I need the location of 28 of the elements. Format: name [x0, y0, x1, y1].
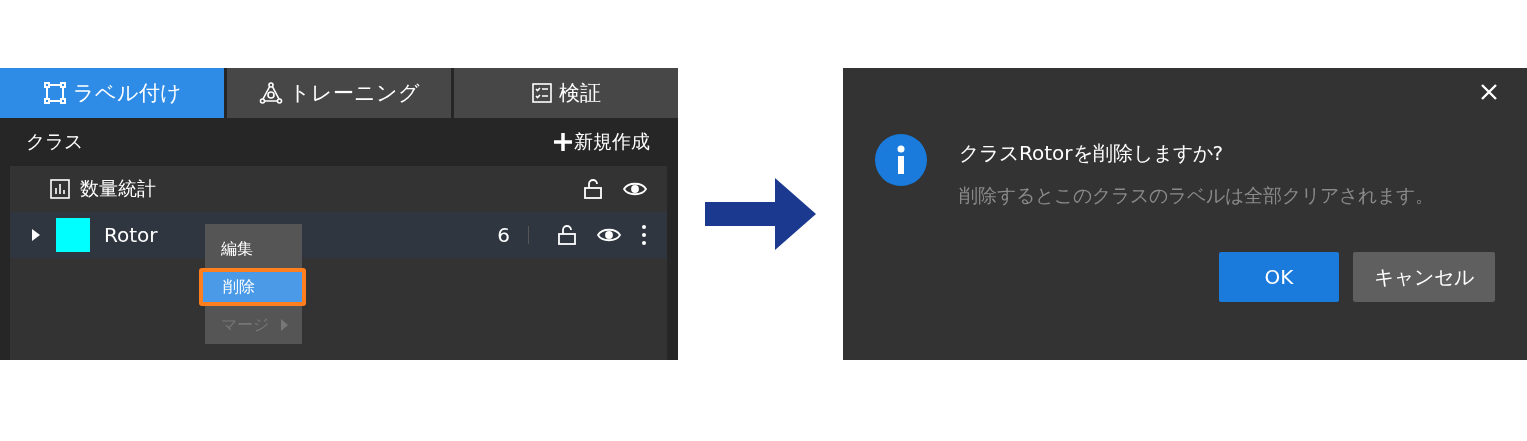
label-count: 6	[497, 223, 510, 247]
bar-chart-icon	[50, 179, 70, 199]
close-button[interactable]	[1481, 84, 1497, 100]
more-options-icon[interactable]	[641, 224, 647, 246]
tab[interactable]: 検証	[454, 68, 678, 118]
new-button[interactable]: 新規作成	[554, 129, 650, 155]
tab[interactable]: トレーニング	[227, 68, 451, 118]
dialog-message: 削除するとこのクラスのラベルは全部クリアされます。	[959, 183, 1435, 208]
plus-icon	[554, 133, 572, 151]
triangle-nodes-icon	[258, 81, 283, 105]
info-icon	[875, 134, 927, 186]
close-icon	[1481, 84, 1497, 100]
eye-icon[interactable]	[597, 227, 621, 243]
cancel-button[interactable]: キャンセル	[1353, 252, 1495, 302]
unlocked-icon[interactable]	[557, 224, 577, 246]
right-arrow-icon	[705, 178, 816, 250]
ok-button[interactable]: OK	[1219, 252, 1339, 302]
expand-caret-icon[interactable]	[32, 229, 40, 241]
section-title: クラス	[26, 129, 83, 154]
stats-label[interactable]: 数量統計	[80, 176, 156, 202]
dialog-title: クラスRotorを削除しますか?	[959, 140, 1225, 167]
unlocked-icon[interactable]	[583, 178, 603, 200]
checklist-icon	[531, 82, 553, 104]
bounding-box-icon	[42, 81, 67, 105]
class-name: Rotor	[104, 223, 158, 247]
tab[interactable]: ラベル付け	[0, 68, 224, 118]
submenu-arrow-icon	[281, 319, 288, 331]
eye-icon[interactable]	[623, 181, 647, 197]
